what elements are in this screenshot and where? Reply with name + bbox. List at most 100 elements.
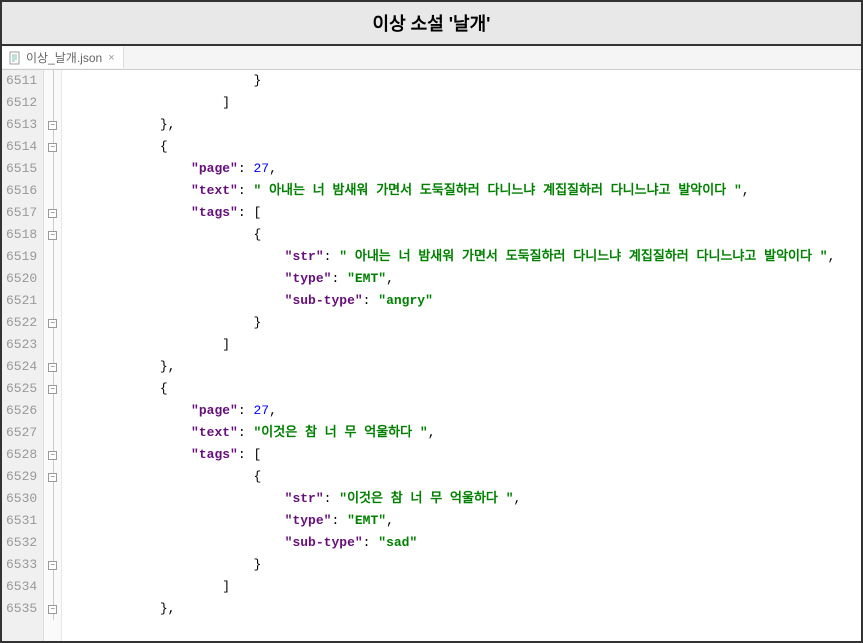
token-punct: ]: [222, 95, 230, 110]
page-title: 이상 소설 '날개': [373, 14, 491, 34]
token-key: "type": [285, 513, 332, 528]
token-punct: ,: [514, 491, 522, 506]
fold-cell: [44, 334, 61, 356]
code-line[interactable]: "str": " 아내는 너 밤새워 가면서 도둑질하러 다니느냐 계집질하러 …: [66, 246, 861, 268]
line-number: 6524: [6, 356, 37, 378]
fold-cell: [44, 70, 61, 92]
token-punct: :: [324, 491, 340, 506]
line-number: 6523: [6, 334, 37, 356]
code-line[interactable]: "page": 27,: [66, 400, 861, 422]
fold-end-icon[interactable]: −: [48, 561, 57, 570]
token-punct: },: [160, 359, 176, 374]
line-number: 6528: [6, 444, 37, 466]
fold-end-icon[interactable]: −: [48, 121, 57, 130]
token-num: 27: [253, 161, 269, 176]
line-number: 6530: [6, 488, 37, 510]
fold-collapse-icon[interactable]: −: [48, 385, 57, 394]
token-punct: :: [324, 249, 340, 264]
fold-end-icon[interactable]: −: [48, 319, 57, 328]
token-num: 27: [253, 403, 269, 418]
code-line[interactable]: },: [66, 598, 861, 620]
code-line[interactable]: "page": 27,: [66, 158, 861, 180]
line-number: 6515: [6, 158, 37, 180]
token-punct: : [: [238, 205, 261, 220]
token-punct: ,: [269, 161, 277, 176]
fold-cell: −: [44, 378, 61, 400]
token-punct: :: [363, 535, 379, 550]
token-punct: ,: [386, 513, 394, 528]
fold-collapse-icon[interactable]: −: [48, 143, 57, 152]
code-line[interactable]: "sub-type": "sad": [66, 532, 861, 554]
token-punct: {: [160, 139, 168, 154]
line-number: 6535: [6, 598, 37, 620]
fold-end-icon[interactable]: −: [48, 605, 57, 614]
fold-end-icon[interactable]: −: [48, 363, 57, 372]
token-key: "page": [191, 403, 238, 418]
code-line[interactable]: {: [66, 466, 861, 488]
fold-cell: −: [44, 356, 61, 378]
token-punct: ,: [386, 271, 394, 286]
code-line[interactable]: "type": "EMT",: [66, 268, 861, 290]
line-number: 6519: [6, 246, 37, 268]
token-str: " 아내는 너 밤새워 가면서 도둑질하러 다니느냐 계집질하러 다니느냐고 발…: [253, 183, 741, 198]
close-icon[interactable]: ×: [106, 52, 116, 64]
code-line[interactable]: "sub-type": "angry": [66, 290, 861, 312]
code-line[interactable]: ]: [66, 576, 861, 598]
code-line[interactable]: "tags": [: [66, 202, 861, 224]
code-line[interactable]: {: [66, 136, 861, 158]
fold-cell: [44, 488, 61, 510]
fold-cell: [44, 268, 61, 290]
file-tab[interactable]: 이상_날개.json ×: [2, 47, 124, 68]
token-punct: :: [238, 403, 254, 418]
line-number: 6520: [6, 268, 37, 290]
line-number: 6521: [6, 290, 37, 312]
code-line[interactable]: "str": "이것은 참 너 무 억울하다 ",: [66, 488, 861, 510]
code-line[interactable]: ]: [66, 334, 861, 356]
code-line[interactable]: }: [66, 312, 861, 334]
code-line[interactable]: "type": "EMT",: [66, 510, 861, 532]
line-number: 6534: [6, 576, 37, 598]
line-number: 6516: [6, 180, 37, 202]
token-key: "tags": [191, 447, 238, 462]
fold-collapse-icon[interactable]: −: [48, 473, 57, 482]
token-str: "이것은 참 너 무 억울하다 ": [339, 491, 513, 506]
code-line[interactable]: {: [66, 378, 861, 400]
fold-collapse-icon[interactable]: −: [48, 209, 57, 218]
code-line[interactable]: }: [66, 70, 861, 92]
code-line[interactable]: {: [66, 224, 861, 246]
token-key: "text": [191, 183, 238, 198]
token-key: "page": [191, 161, 238, 176]
line-number: 6531: [6, 510, 37, 532]
token-str: "EMT": [347, 513, 386, 528]
code-line[interactable]: "text": " 아내는 너 밤새워 가면서 도둑질하러 다니느냐 계집질하러…: [66, 180, 861, 202]
fold-cell: [44, 290, 61, 312]
tab-bar: 이상_날개.json ×: [2, 46, 861, 70]
token-punct: :: [331, 513, 347, 528]
editor-window: 이상 소설 '날개' 이상_날개.json × 6511651265136514…: [0, 0, 863, 643]
code-line[interactable]: ]: [66, 92, 861, 114]
code-content[interactable]: } ] }, { "page": 27, "text": " 아내는 너 밤새워…: [62, 70, 861, 641]
fold-collapse-icon[interactable]: −: [48, 231, 57, 240]
line-number: 6517: [6, 202, 37, 224]
token-punct: : [: [238, 447, 261, 462]
token-key: "sub-type": [285, 535, 363, 550]
token-punct: ,: [828, 249, 836, 264]
token-punct: {: [253, 469, 261, 484]
token-punct: :: [238, 425, 254, 440]
fold-collapse-icon[interactable]: −: [48, 451, 57, 460]
token-punct: },: [160, 117, 176, 132]
fold-cell: −: [44, 224, 61, 246]
fold-cell: −: [44, 114, 61, 136]
code-editor[interactable]: 6511651265136514651565166517651865196520…: [2, 70, 861, 641]
code-line[interactable]: "text": "이것은 참 너 무 억울하다 ",: [66, 422, 861, 444]
token-punct: ]: [222, 337, 230, 352]
token-punct: }: [253, 73, 261, 88]
token-key: "tags": [191, 205, 238, 220]
code-line[interactable]: },: [66, 356, 861, 378]
line-number: 6522: [6, 312, 37, 334]
line-number: 6518: [6, 224, 37, 246]
code-line[interactable]: },: [66, 114, 861, 136]
code-line[interactable]: }: [66, 554, 861, 576]
code-line[interactable]: "tags": [: [66, 444, 861, 466]
line-number: 6532: [6, 532, 37, 554]
